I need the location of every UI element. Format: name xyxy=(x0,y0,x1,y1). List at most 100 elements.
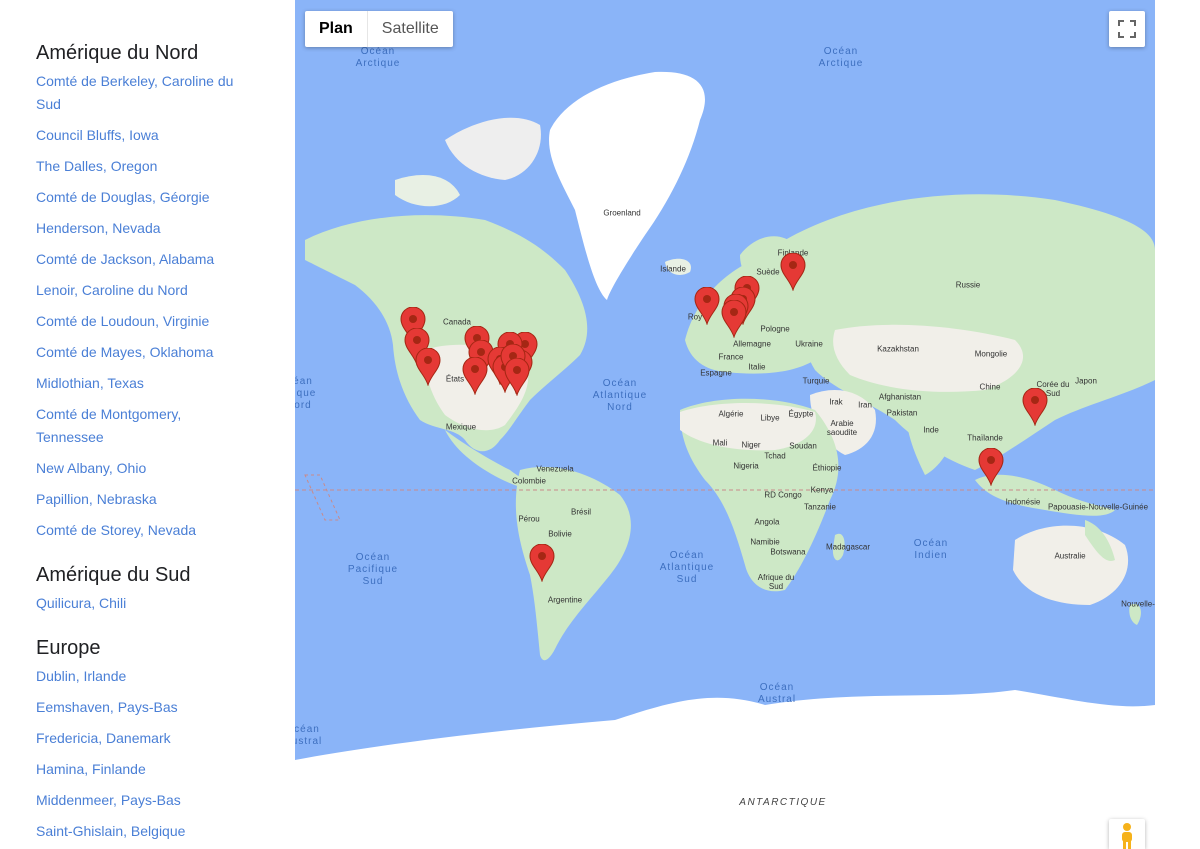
map-label: Thaïlande xyxy=(967,433,1003,443)
map-label: Algérie xyxy=(718,409,744,419)
ocean-label: céan ustral xyxy=(295,724,323,747)
ocean-label: Océan Arctique xyxy=(355,46,401,69)
map-type-satellite[interactable]: Satellite xyxy=(368,11,453,47)
map-label: Afrique du Sud xyxy=(757,573,795,591)
map-label: Espagne xyxy=(700,368,732,378)
region-title: Europe xyxy=(36,637,101,659)
map-label: Italie xyxy=(748,362,766,372)
world-map[interactable]: Groenland Islande Canada États Mexique Venezu… xyxy=(295,0,1155,849)
map-label: Japon xyxy=(1075,376,1097,386)
map-label: Colombie xyxy=(512,476,546,486)
map-label: Chine xyxy=(979,382,1001,392)
ocean-label: Océan Indien xyxy=(913,538,949,561)
map-label: Bolivie xyxy=(548,529,572,539)
location-link[interactable]: Henderson, Nevada xyxy=(36,217,246,240)
location-list: Comté de Berkeley, Caroline du Sud Counci… xyxy=(36,70,295,542)
location-link[interactable]: Comté de Jackson, Alabama xyxy=(36,248,246,271)
location-link[interactable]: Middenmeer, Pays-Bas xyxy=(36,789,246,812)
map-label: Afghanistan xyxy=(878,392,922,402)
location-link[interactable]: Comté de Berkeley, Caroline du Sud xyxy=(36,70,246,116)
map-marker[interactable] xyxy=(721,300,747,338)
map-label: Botswana xyxy=(770,547,806,557)
map-marker[interactable] xyxy=(529,544,555,582)
map-label: Inde xyxy=(923,425,939,435)
map-label: Égypte xyxy=(788,409,814,419)
map-label: Mali xyxy=(712,438,728,448)
location-link[interactable]: The Dalles, Oregon xyxy=(36,155,246,178)
location-list: Dublin, Irlande Eemshaven, Pays-Bas Freder… xyxy=(36,665,295,843)
street-view-button[interactable] xyxy=(1109,819,1145,849)
location-link[interactable]: Comté de Mayes, Oklahoma xyxy=(36,341,246,364)
map-marker[interactable] xyxy=(415,348,441,386)
location-link[interactable]: Saint-Ghislain, Belgique xyxy=(36,820,246,843)
map-label: Nouvelle- xyxy=(1121,599,1155,609)
map-label: Namibie xyxy=(750,537,780,547)
location-link[interactable]: Comté de Douglas, Géorgie xyxy=(36,186,246,209)
map-label: Pérou xyxy=(518,514,540,524)
location-link[interactable]: Eemshaven, Pays-Bas xyxy=(36,696,246,719)
ocean-label: Océan Arctique xyxy=(818,46,864,69)
map-label: Iran xyxy=(858,400,872,410)
map-label: Islande xyxy=(660,264,686,274)
ocean-label: Océan Austral xyxy=(757,682,797,705)
location-link[interactable]: Papillion, Nebraska xyxy=(36,488,246,511)
map-label: Kazakhstan xyxy=(877,344,919,354)
location-link[interactable]: Dublin, Irlande xyxy=(36,665,246,688)
map-label: Éthiopie xyxy=(812,463,842,473)
map-label: Kenya xyxy=(810,485,834,495)
location-link[interactable]: Comté de Storey, Nevada xyxy=(36,519,246,542)
map-label: Madagascar xyxy=(825,542,871,552)
map-label: Ukraine xyxy=(795,339,823,349)
map-label: Russie xyxy=(955,280,981,290)
map-marker[interactable] xyxy=(694,287,720,325)
map-label: Allemagne xyxy=(733,339,771,349)
map-marker[interactable] xyxy=(504,358,530,396)
map-label: Mongolie xyxy=(974,349,1008,359)
map-marker[interactable] xyxy=(978,448,1004,486)
map-marker[interactable] xyxy=(780,253,806,291)
ocean-label: Océan Pacifique Sud xyxy=(347,552,399,587)
location-link[interactable]: Midlothian, Texas xyxy=(36,372,246,395)
location-link[interactable]: Hamina, Finlande xyxy=(36,758,246,781)
map-label: Arabie saoudite xyxy=(826,419,858,437)
location-link[interactable]: Quilicura, Chili xyxy=(36,592,246,615)
map-label: Irak xyxy=(829,397,843,407)
locations-sidebar: Amérique du Nord Comté de Berkeley, Carol… xyxy=(0,0,295,849)
map-label: Indonésie xyxy=(1005,497,1041,507)
map-label: Papouasie-Nouvelle-Guinée xyxy=(1047,502,1149,512)
map-label: Tanzanie xyxy=(803,502,837,512)
map-label: Australie xyxy=(1054,551,1086,561)
location-link[interactable]: Fredericia, Danemark xyxy=(36,727,246,750)
fullscreen-icon xyxy=(1118,20,1136,38)
location-link[interactable]: Lenoir, Caroline du Nord xyxy=(36,279,246,302)
antarctica-label: ANTARCTIQUE xyxy=(739,797,827,808)
map-label: Tchad xyxy=(764,451,786,461)
location-list: Quilicura, Chili xyxy=(36,592,295,615)
ocean-label: Océan Atlantique Nord xyxy=(592,378,648,413)
map-label: Turquie xyxy=(802,376,830,386)
map-label: Nigeria xyxy=(733,461,759,471)
map-marker[interactable] xyxy=(462,357,488,395)
map-label: Groenland xyxy=(603,208,641,218)
map-label: Pakistan xyxy=(886,408,918,418)
region-title: Amérique du Sud xyxy=(36,564,191,586)
ocean-label: Océan Atlantique Sud xyxy=(659,550,715,585)
location-link[interactable]: Council Bluffs, Iowa xyxy=(36,124,246,147)
region-block: Amérique du Nord Comté de Berkeley, Carol… xyxy=(36,40,295,542)
map-label: Pologne xyxy=(760,324,790,334)
map-label: Argentine xyxy=(547,595,583,605)
fullscreen-button[interactable] xyxy=(1109,11,1145,47)
region-title: Amérique du Nord xyxy=(36,42,199,64)
page-margin xyxy=(1155,0,1200,849)
region-block: Amérique du Sud Quilicura, Chili xyxy=(36,562,295,615)
location-link[interactable]: Comté de Montgomery, Tennessee xyxy=(36,403,246,449)
location-link[interactable]: Comté de Loudoun, Virginie xyxy=(36,310,246,333)
ocean-label: éan fique ord xyxy=(295,376,317,411)
pegman-icon xyxy=(1122,823,1132,849)
map-marker[interactable] xyxy=(1022,388,1048,426)
location-link[interactable]: New Albany, Ohio xyxy=(36,457,246,480)
map-label: Niger xyxy=(741,440,761,450)
map-type-plan[interactable]: Plan xyxy=(305,11,368,47)
map-label: France xyxy=(718,352,744,362)
region-block: Europe Dublin, Irlande Eemshaven, Pays-Bas… xyxy=(36,635,295,843)
